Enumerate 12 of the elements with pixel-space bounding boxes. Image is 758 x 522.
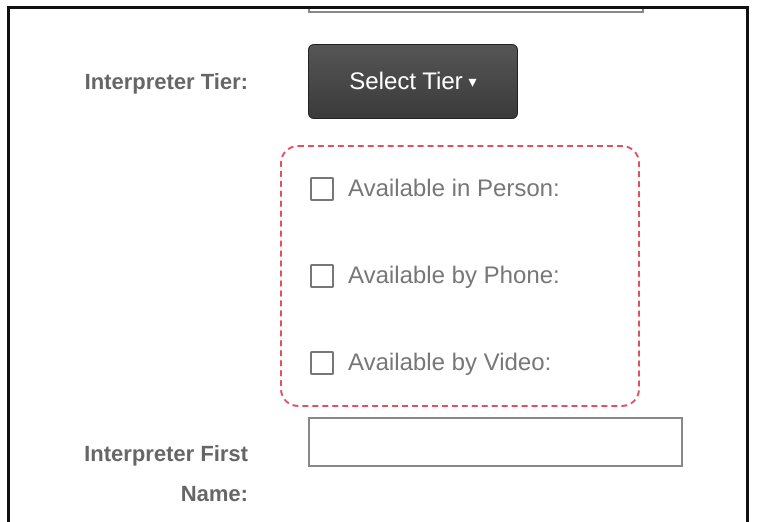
checkbox[interactable] [310, 264, 334, 288]
input-field[interactable] [308, 417, 683, 467]
select-tier-dropdown[interactable]: Select Tier ▾ [308, 44, 518, 119]
caret-icon: ▾ [468, 72, 477, 92]
checkbox-label: Available by Phone: [348, 262, 560, 290]
field-label: Interpreter First Name: [83, 440, 248, 508]
checkbox[interactable] [310, 177, 334, 201]
input-field[interactable] [308, 9, 644, 13]
checkbox-label: Available by Video: [348, 349, 552, 377]
checkbox[interactable] [310, 351, 334, 375]
field-label: Interpreter Tier: [84, 68, 248, 94]
checkbox-label: Available in Person: [348, 175, 560, 203]
